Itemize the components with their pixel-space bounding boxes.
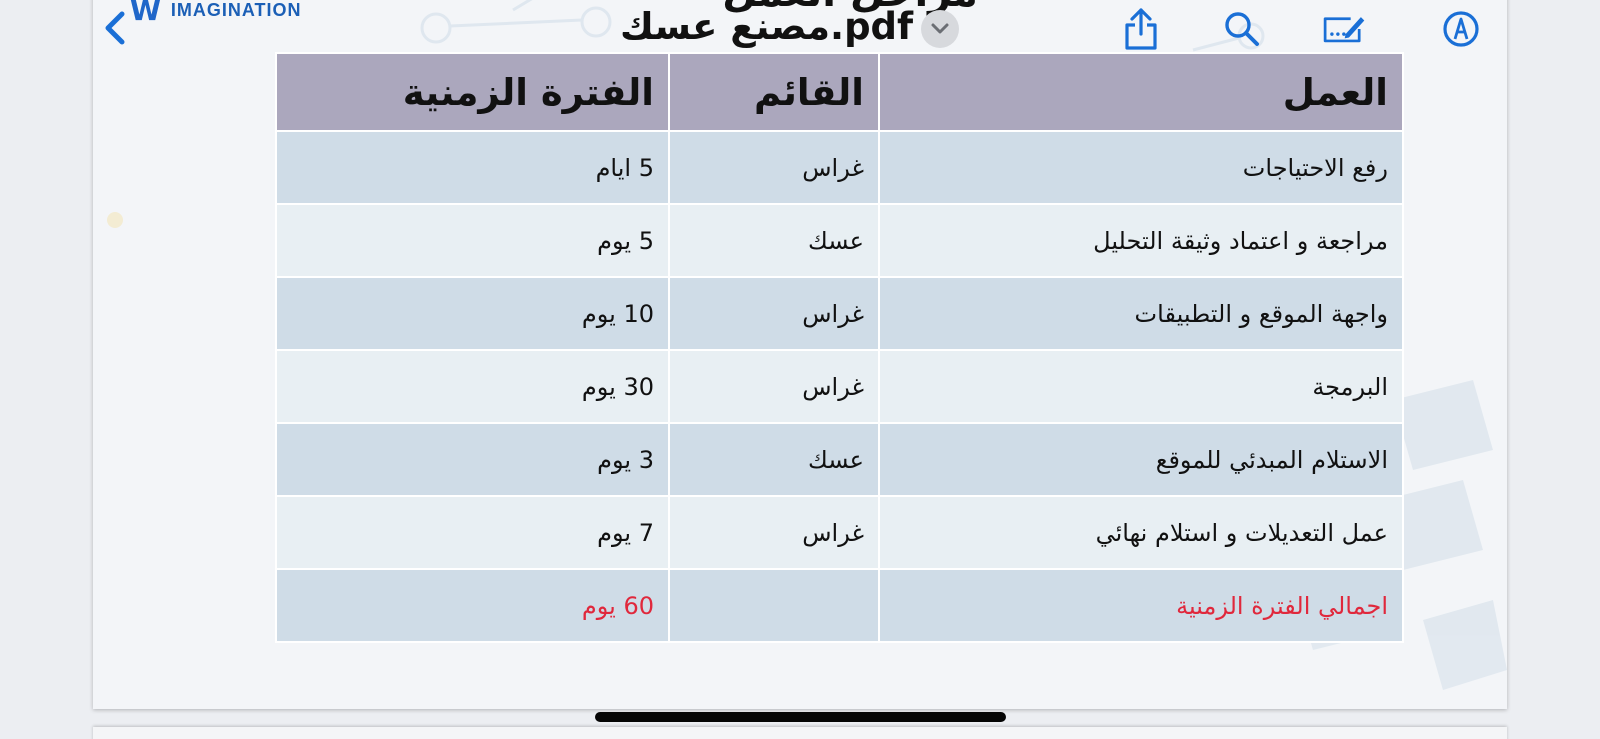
table-header-row: العمل القائم الفترة الزمنية [275,52,1404,132]
header-duration: الفترة الزمنية [275,52,670,132]
duration-cell: 7 يوم [275,495,670,570]
table-row: واجهة الموقع و التطبيقات غراس 10 يوم [275,276,1404,351]
owner-cell: عسك [668,203,880,278]
pdf-viewer-screen: W IMAGINATION مراحل العمل العمل القائم ا… [0,0,1600,739]
owner-cell: عسك [668,422,880,497]
next-pdf-page [93,727,1507,739]
owner-cell: غراس [668,130,880,205]
task-cell: رفع الاحتياجات [878,130,1404,205]
duration-cell: 5 ايام [275,130,670,205]
title-menu-button[interactable] [921,10,959,48]
chevron-left-icon[interactable] [98,8,132,48]
total-row: اجمالي الفترة الزمنية 60 يوم [275,568,1404,643]
total-duration-cell: 60 يوم [275,568,670,643]
viewer-toolbar: مصنع عسك.pdf [0,0,1600,60]
duration-cell: 3 يوم [275,422,670,497]
duration-cell: 30 يوم [275,349,670,424]
document-title[interactable]: مصنع عسك.pdf [620,5,913,49]
owner-cell: غراس [668,276,880,351]
markup-icon[interactable] [1320,6,1366,52]
task-cell: واجهة الموقع و التطبيقات [878,276,1404,351]
task-cell: البرمجة [878,349,1404,424]
header-task: العمل [878,52,1404,132]
table-row: الاستلام المبدئي للموقع عسك 3 يوم [275,422,1404,497]
total-label-cell: اجمالي الفترة الزمنية [878,568,1404,643]
task-cell: عمل التعديلات و استلام نهائي [878,495,1404,570]
duration-cell: 10 يوم [275,276,670,351]
schedule-table: العمل القائم الفترة الزمنية رفع الاحتياج… [275,52,1404,643]
chevron-down-icon [931,23,949,34]
search-icon[interactable] [1219,6,1265,52]
task-cell: مراجعة و اعتماد وثيقة التحليل [878,203,1404,278]
owner-cell: غراس [668,495,880,570]
total-owner-cell [668,568,880,643]
header-owner: القائم [668,52,880,132]
table-row: رفع الاحتياجات غراس 5 ايام [275,130,1404,205]
task-cell: الاستلام المبدئي للموقع [878,422,1404,497]
duration-cell: 5 يوم [275,203,670,278]
pencil-circle-icon[interactable] [1438,6,1484,52]
owner-cell: غراس [668,349,880,424]
share-icon[interactable] [1118,6,1164,52]
table-row: البرمجة غراس 30 يوم [275,349,1404,424]
home-indicator[interactable] [595,712,1006,722]
table-row: عمل التعديلات و استلام نهائي غراس 7 يوم [275,495,1404,570]
table-row: مراجعة و اعتماد وثيقة التحليل عسك 5 يوم [275,203,1404,278]
